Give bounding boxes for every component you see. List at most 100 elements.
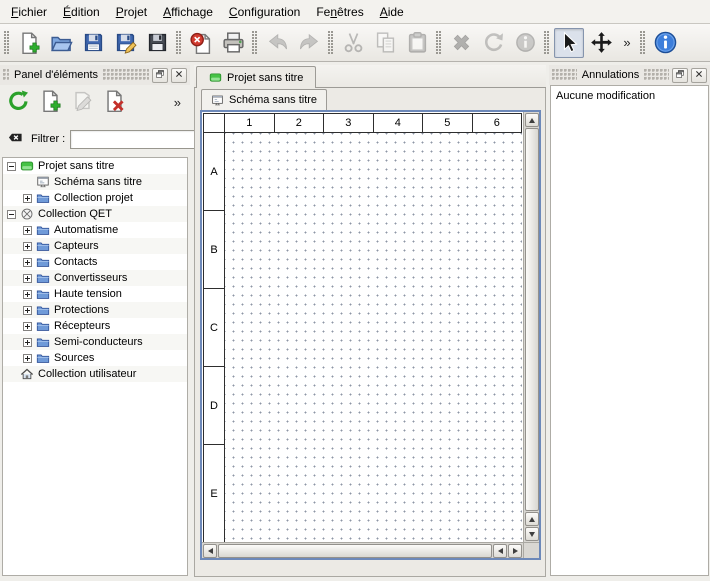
toolbar-handle[interactable]: [436, 31, 442, 55]
schema-tab[interactable]: Schéma sans titre: [201, 89, 327, 110]
save-button[interactable]: [78, 28, 108, 58]
elements-panel-float-button[interactable]: [152, 68, 168, 83]
expand-plus-icon[interactable]: [23, 338, 32, 347]
scroll-up-button[interactable]: [525, 113, 539, 127]
elements-panel-toolbar: »: [0, 85, 190, 119]
close-file-button[interactable]: [186, 28, 216, 58]
save-all-button[interactable]: [142, 28, 172, 58]
expand-plus-icon[interactable]: [23, 290, 32, 299]
toolbar-handle[interactable]: [544, 31, 550, 55]
elements-panel-title: Panel d'éléments: [12, 69, 100, 81]
scroll-right-button[interactable]: [508, 544, 522, 558]
project-icon: [209, 71, 222, 84]
tree-item-contacts[interactable]: Contacts: [3, 254, 187, 270]
save-as-button[interactable]: [110, 28, 140, 58]
toolbar-overflow-button[interactable]: »: [618, 28, 636, 58]
schema-scene[interactable]: 123456 ABCDE: [202, 112, 523, 542]
menu-fichier[interactable]: Fichier: [3, 0, 55, 23]
schema-sheet-icon: [36, 175, 50, 189]
filter-row: Filtrer :: [0, 127, 190, 151]
tree-item-collection-utilisateur[interactable]: Collection utilisateur: [3, 366, 187, 382]
elements-panel-close-button[interactable]: [171, 68, 187, 83]
pan-mode-button[interactable]: [586, 28, 616, 58]
expand-plus-icon[interactable]: [23, 242, 32, 251]
tree-item-haute-tension[interactable]: Haute tension: [3, 286, 187, 302]
toolbar-handle[interactable]: [4, 31, 10, 55]
info-button[interactable]: [510, 28, 540, 58]
menu-affichage[interactable]: Affichage: [155, 0, 221, 23]
new-button[interactable]: [14, 28, 44, 58]
vertical-scroll-thumb[interactable]: [525, 128, 539, 511]
horizontal-scroll-thumb[interactable]: [218, 544, 492, 558]
close-icon: [174, 69, 184, 82]
tree-item-collection-projet[interactable]: Collection projet: [3, 190, 187, 206]
expand-plus-icon[interactable]: [23, 226, 32, 235]
rotate-button[interactable]: [478, 28, 508, 58]
scroll-down-button[interactable]: [525, 527, 539, 541]
toolbar-group-clipboard: [325, 26, 433, 59]
toolbar-handle[interactable]: [640, 31, 646, 55]
tree-item-recepteurs[interactable]: Récepteurs: [3, 318, 187, 334]
expand-plus-icon[interactable]: [23, 274, 32, 283]
expand-plus-icon[interactable]: [23, 306, 32, 315]
up-arrow-icon: [529, 118, 535, 123]
undo-history-list[interactable]: Aucune modification: [550, 85, 709, 576]
project-tab[interactable]: Projet sans titre: [196, 66, 316, 88]
expand-plus-icon[interactable]: [23, 354, 32, 363]
undo-panel-float-button[interactable]: [672, 68, 688, 83]
elements-panel-titlebar[interactable]: Panel d'éléments: [0, 65, 190, 85]
clear-filter-button[interactable]: [5, 130, 26, 148]
scroll-left-button[interactable]: [203, 544, 217, 558]
about-qet-button[interactable]: [650, 28, 680, 58]
menu-fenetres[interactable]: Fenêtres: [308, 0, 371, 23]
panel-toolbar-overflow[interactable]: »: [174, 95, 186, 110]
open-button[interactable]: [46, 28, 76, 58]
vertical-scrollbar[interactable]: [523, 112, 539, 542]
menu-configuration[interactable]: Configuration: [221, 0, 308, 23]
tree-item-automatisme[interactable]: Automatisme: [3, 222, 187, 238]
cut-button[interactable]: [338, 28, 368, 58]
delete-button[interactable]: [446, 28, 476, 58]
menu-aide[interactable]: Aide: [372, 0, 412, 23]
new-element-button[interactable]: [36, 88, 64, 116]
reload-collections-button[interactable]: [4, 88, 32, 116]
grid-dots[interactable]: [225, 133, 522, 542]
schema-view[interactable]: 123456 ABCDE: [200, 110, 541, 560]
select-mode-button[interactable]: [554, 28, 584, 58]
toolbar-handle[interactable]: [176, 31, 182, 55]
horizontal-scrollbar[interactable]: [202, 542, 523, 558]
mdi-area: Projet sans titre Schéma sans titre 1234…: [194, 65, 546, 577]
print-button[interactable]: [218, 28, 248, 58]
expand-plus-icon[interactable]: [23, 258, 32, 267]
scroll-left-button-right[interactable]: [493, 544, 507, 558]
expand-plus-icon[interactable]: [23, 322, 32, 331]
copy-button[interactable]: [370, 28, 400, 58]
collapse-minus-icon[interactable]: [7, 210, 16, 219]
redo-button[interactable]: [294, 28, 324, 58]
scissors-icon: [342, 31, 365, 54]
tree-item-semi-conducteurs[interactable]: Semi-conducteurs: [3, 334, 187, 350]
tree-item-convertisseurs[interactable]: Convertisseurs: [3, 270, 187, 286]
toolbar-handle[interactable]: [252, 31, 258, 55]
tree-item-sources[interactable]: Sources: [3, 350, 187, 366]
tree-item-collection-qet[interactable]: Collection QET: [3, 206, 187, 222]
delete-element-button[interactable]: [100, 88, 128, 116]
tree-item-protections[interactable]: Protections: [3, 302, 187, 318]
undo-panel-close-button[interactable]: [691, 68, 707, 83]
toolbar-handle[interactable]: [328, 31, 334, 55]
undo-panel-titlebar[interactable]: Annulations: [549, 65, 710, 85]
collapse-minus-icon[interactable]: [7, 162, 16, 171]
menu-projet[interactable]: Projet: [108, 0, 155, 23]
open-folder-icon: [50, 31, 73, 54]
tree-item-projet-sans-titre[interactable]: Projet sans titre: [3, 158, 187, 174]
clipboard-icon: [406, 31, 429, 54]
scroll-up-button-bottom[interactable]: [525, 512, 539, 526]
tree-item-schema-sans-titre[interactable]: Schéma sans titre: [3, 174, 187, 190]
expand-plus-icon[interactable]: [23, 194, 32, 203]
menu-edition[interactable]: Édition: [55, 0, 108, 23]
undo-button[interactable]: [262, 28, 292, 58]
paste-button[interactable]: [402, 28, 432, 58]
edit-element-button[interactable]: [68, 88, 96, 116]
folder-blue-icon: [36, 303, 50, 317]
tree-item-capteurs[interactable]: Capteurs: [3, 238, 187, 254]
